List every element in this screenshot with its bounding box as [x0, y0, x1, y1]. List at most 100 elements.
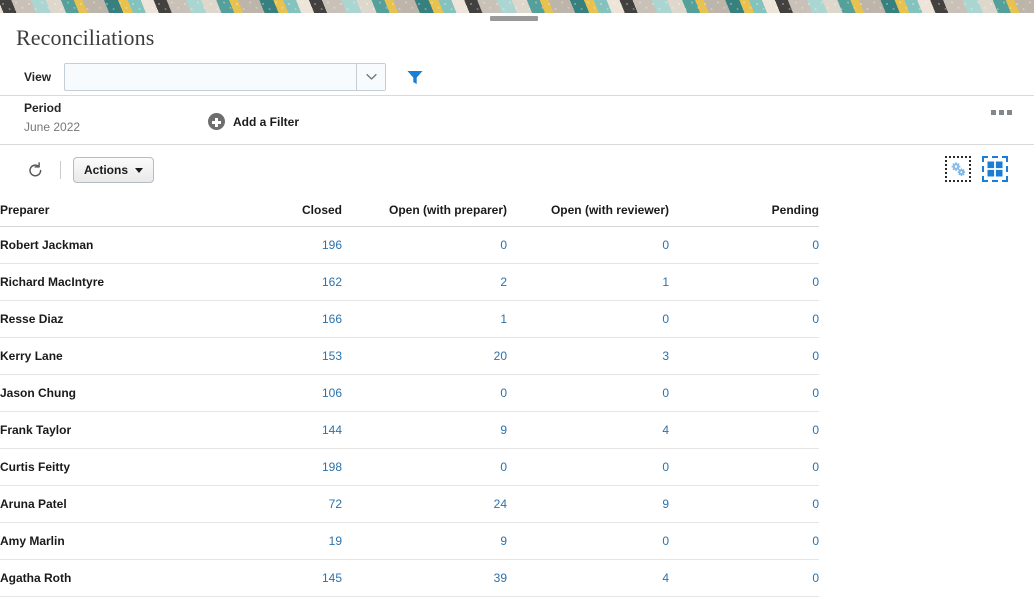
cell-open-reviewer[interactable]: 1	[507, 264, 669, 301]
cell-open-preparer[interactable]: 24	[342, 486, 507, 523]
cell-preparer: Resse Diaz	[0, 301, 252, 338]
cell-open-reviewer[interactable]: 9	[507, 486, 669, 523]
table-toolbar: Actions	[0, 145, 1034, 195]
table-body: Robert Jackman196000Richard MacIntyre162…	[0, 227, 819, 597]
add-filter-label: Add a Filter	[233, 115, 299, 129]
table-row: Aruna Patel722490	[0, 486, 819, 523]
cell-open-reviewer[interactable]: 0	[507, 227, 669, 264]
banner-texture	[0, 0, 1034, 13]
cell-preparer: Agatha Roth	[0, 560, 252, 597]
funnel-icon[interactable]	[407, 70, 423, 85]
cell-closed[interactable]: 72	[252, 486, 342, 523]
cell-pending[interactable]: 0	[669, 523, 819, 560]
cell-open-reviewer[interactable]: 4	[507, 412, 669, 449]
cell-closed[interactable]: 145	[252, 560, 342, 597]
column-header-open-reviewer[interactable]: Open (with reviewer)	[507, 195, 669, 227]
ellipsis-dot	[999, 110, 1004, 115]
ellipsis-icon[interactable]	[991, 110, 1012, 115]
filter-bar: Period June 2022 Add a Filter	[0, 96, 1034, 144]
cell-open-reviewer[interactable]: 0	[507, 449, 669, 486]
view-label: View	[24, 70, 51, 84]
cell-pending[interactable]: 0	[669, 375, 819, 412]
cell-open-reviewer[interactable]: 4	[507, 560, 669, 597]
cell-preparer: Richard MacIntyre	[0, 264, 252, 301]
table-row: Amy Marlin19900	[0, 523, 819, 560]
cell-preparer: Aruna Patel	[0, 486, 252, 523]
table-header-row: Preparer Closed Open (with preparer) Ope…	[0, 195, 819, 227]
column-header-closed[interactable]: Closed	[252, 195, 342, 227]
table-row: Kerry Lane1532030	[0, 338, 819, 375]
toolbar-right-icons	[945, 156, 1008, 182]
cell-pending[interactable]: 0	[669, 227, 819, 264]
table-row: Curtis Feitty198000	[0, 449, 819, 486]
view-select[interactable]	[64, 63, 386, 91]
cell-open-preparer[interactable]: 0	[342, 227, 507, 264]
period-filter[interactable]: Period June 2022	[0, 100, 164, 136]
cell-open-preparer[interactable]: 39	[342, 560, 507, 597]
cell-open-preparer[interactable]: 9	[342, 523, 507, 560]
table-row: Frank Taylor144940	[0, 412, 819, 449]
chevron-down-icon[interactable]	[356, 64, 385, 90]
cell-closed[interactable]: 198	[252, 449, 342, 486]
column-header-pending[interactable]: Pending	[669, 195, 819, 227]
cell-open-reviewer[interactable]: 0	[507, 375, 669, 412]
add-filter-button[interactable]: Add a Filter	[208, 113, 299, 130]
drag-handle-row	[0, 13, 1034, 23]
reconciliations-table-container: Preparer Closed Open (with preparer) Ope…	[0, 195, 1034, 597]
actions-button[interactable]: Actions	[73, 157, 154, 183]
period-label: Period	[24, 100, 164, 116]
cell-pending[interactable]: 0	[669, 449, 819, 486]
cell-open-reviewer[interactable]: 0	[507, 301, 669, 338]
gears-icon[interactable]	[945, 156, 971, 182]
cell-closed[interactable]: 19	[252, 523, 342, 560]
cell-open-preparer[interactable]: 1	[342, 301, 507, 338]
cell-pending[interactable]: 0	[669, 412, 819, 449]
table-row: Agatha Roth1453940	[0, 560, 819, 597]
cell-pending[interactable]: 0	[669, 264, 819, 301]
cell-preparer: Kerry Lane	[0, 338, 252, 375]
plus-circle-icon	[208, 113, 225, 130]
cell-closed[interactable]: 162	[252, 264, 342, 301]
cell-pending[interactable]: 0	[669, 301, 819, 338]
decorative-banner	[0, 0, 1034, 13]
caret-down-icon	[135, 168, 143, 173]
cell-open-reviewer[interactable]: 3	[507, 338, 669, 375]
cell-open-preparer[interactable]: 20	[342, 338, 507, 375]
refresh-icon[interactable]	[24, 159, 46, 181]
cell-pending[interactable]: 0	[669, 338, 819, 375]
view-bar: View	[0, 59, 1034, 95]
cell-open-preparer[interactable]: 0	[342, 375, 507, 412]
cell-open-preparer[interactable]: 0	[342, 449, 507, 486]
page-title: Reconciliations	[0, 23, 1034, 51]
ellipsis-dot	[991, 110, 996, 115]
column-header-preparer[interactable]: Preparer	[0, 195, 252, 227]
cell-closed[interactable]: 196	[252, 227, 342, 264]
cell-preparer: Frank Taylor	[0, 412, 252, 449]
actions-button-label: Actions	[84, 163, 128, 177]
table-row: Richard MacIntyre162210	[0, 264, 819, 301]
cell-closed[interactable]: 144	[252, 412, 342, 449]
reconciliations-table: Preparer Closed Open (with preparer) Ope…	[0, 195, 819, 597]
table-header: Preparer Closed Open (with preparer) Ope…	[0, 195, 819, 227]
period-value: June 2022	[24, 118, 164, 136]
cell-open-reviewer[interactable]: 0	[507, 523, 669, 560]
cell-preparer: Robert Jackman	[0, 227, 252, 264]
cell-preparer: Curtis Feitty	[0, 449, 252, 486]
cell-preparer: Jason Chung	[0, 375, 252, 412]
cell-open-preparer[interactable]: 2	[342, 264, 507, 301]
toolbar-divider	[60, 161, 61, 179]
column-header-open-preparer[interactable]: Open (with preparer)	[342, 195, 507, 227]
cell-pending[interactable]: 0	[669, 486, 819, 523]
cell-preparer: Amy Marlin	[0, 523, 252, 560]
grid-view-icon[interactable]	[982, 156, 1008, 182]
cell-closed[interactable]: 166	[252, 301, 342, 338]
table-row: Jason Chung106000	[0, 375, 819, 412]
cell-closed[interactable]: 153	[252, 338, 342, 375]
table-row: Resse Diaz166100	[0, 301, 819, 338]
cell-closed[interactable]: 106	[252, 375, 342, 412]
ellipsis-dot	[1007, 110, 1012, 115]
panel-drag-handle[interactable]	[490, 16, 538, 21]
cell-pending[interactable]: 0	[669, 560, 819, 597]
cell-open-preparer[interactable]: 9	[342, 412, 507, 449]
table-row: Robert Jackman196000	[0, 227, 819, 264]
